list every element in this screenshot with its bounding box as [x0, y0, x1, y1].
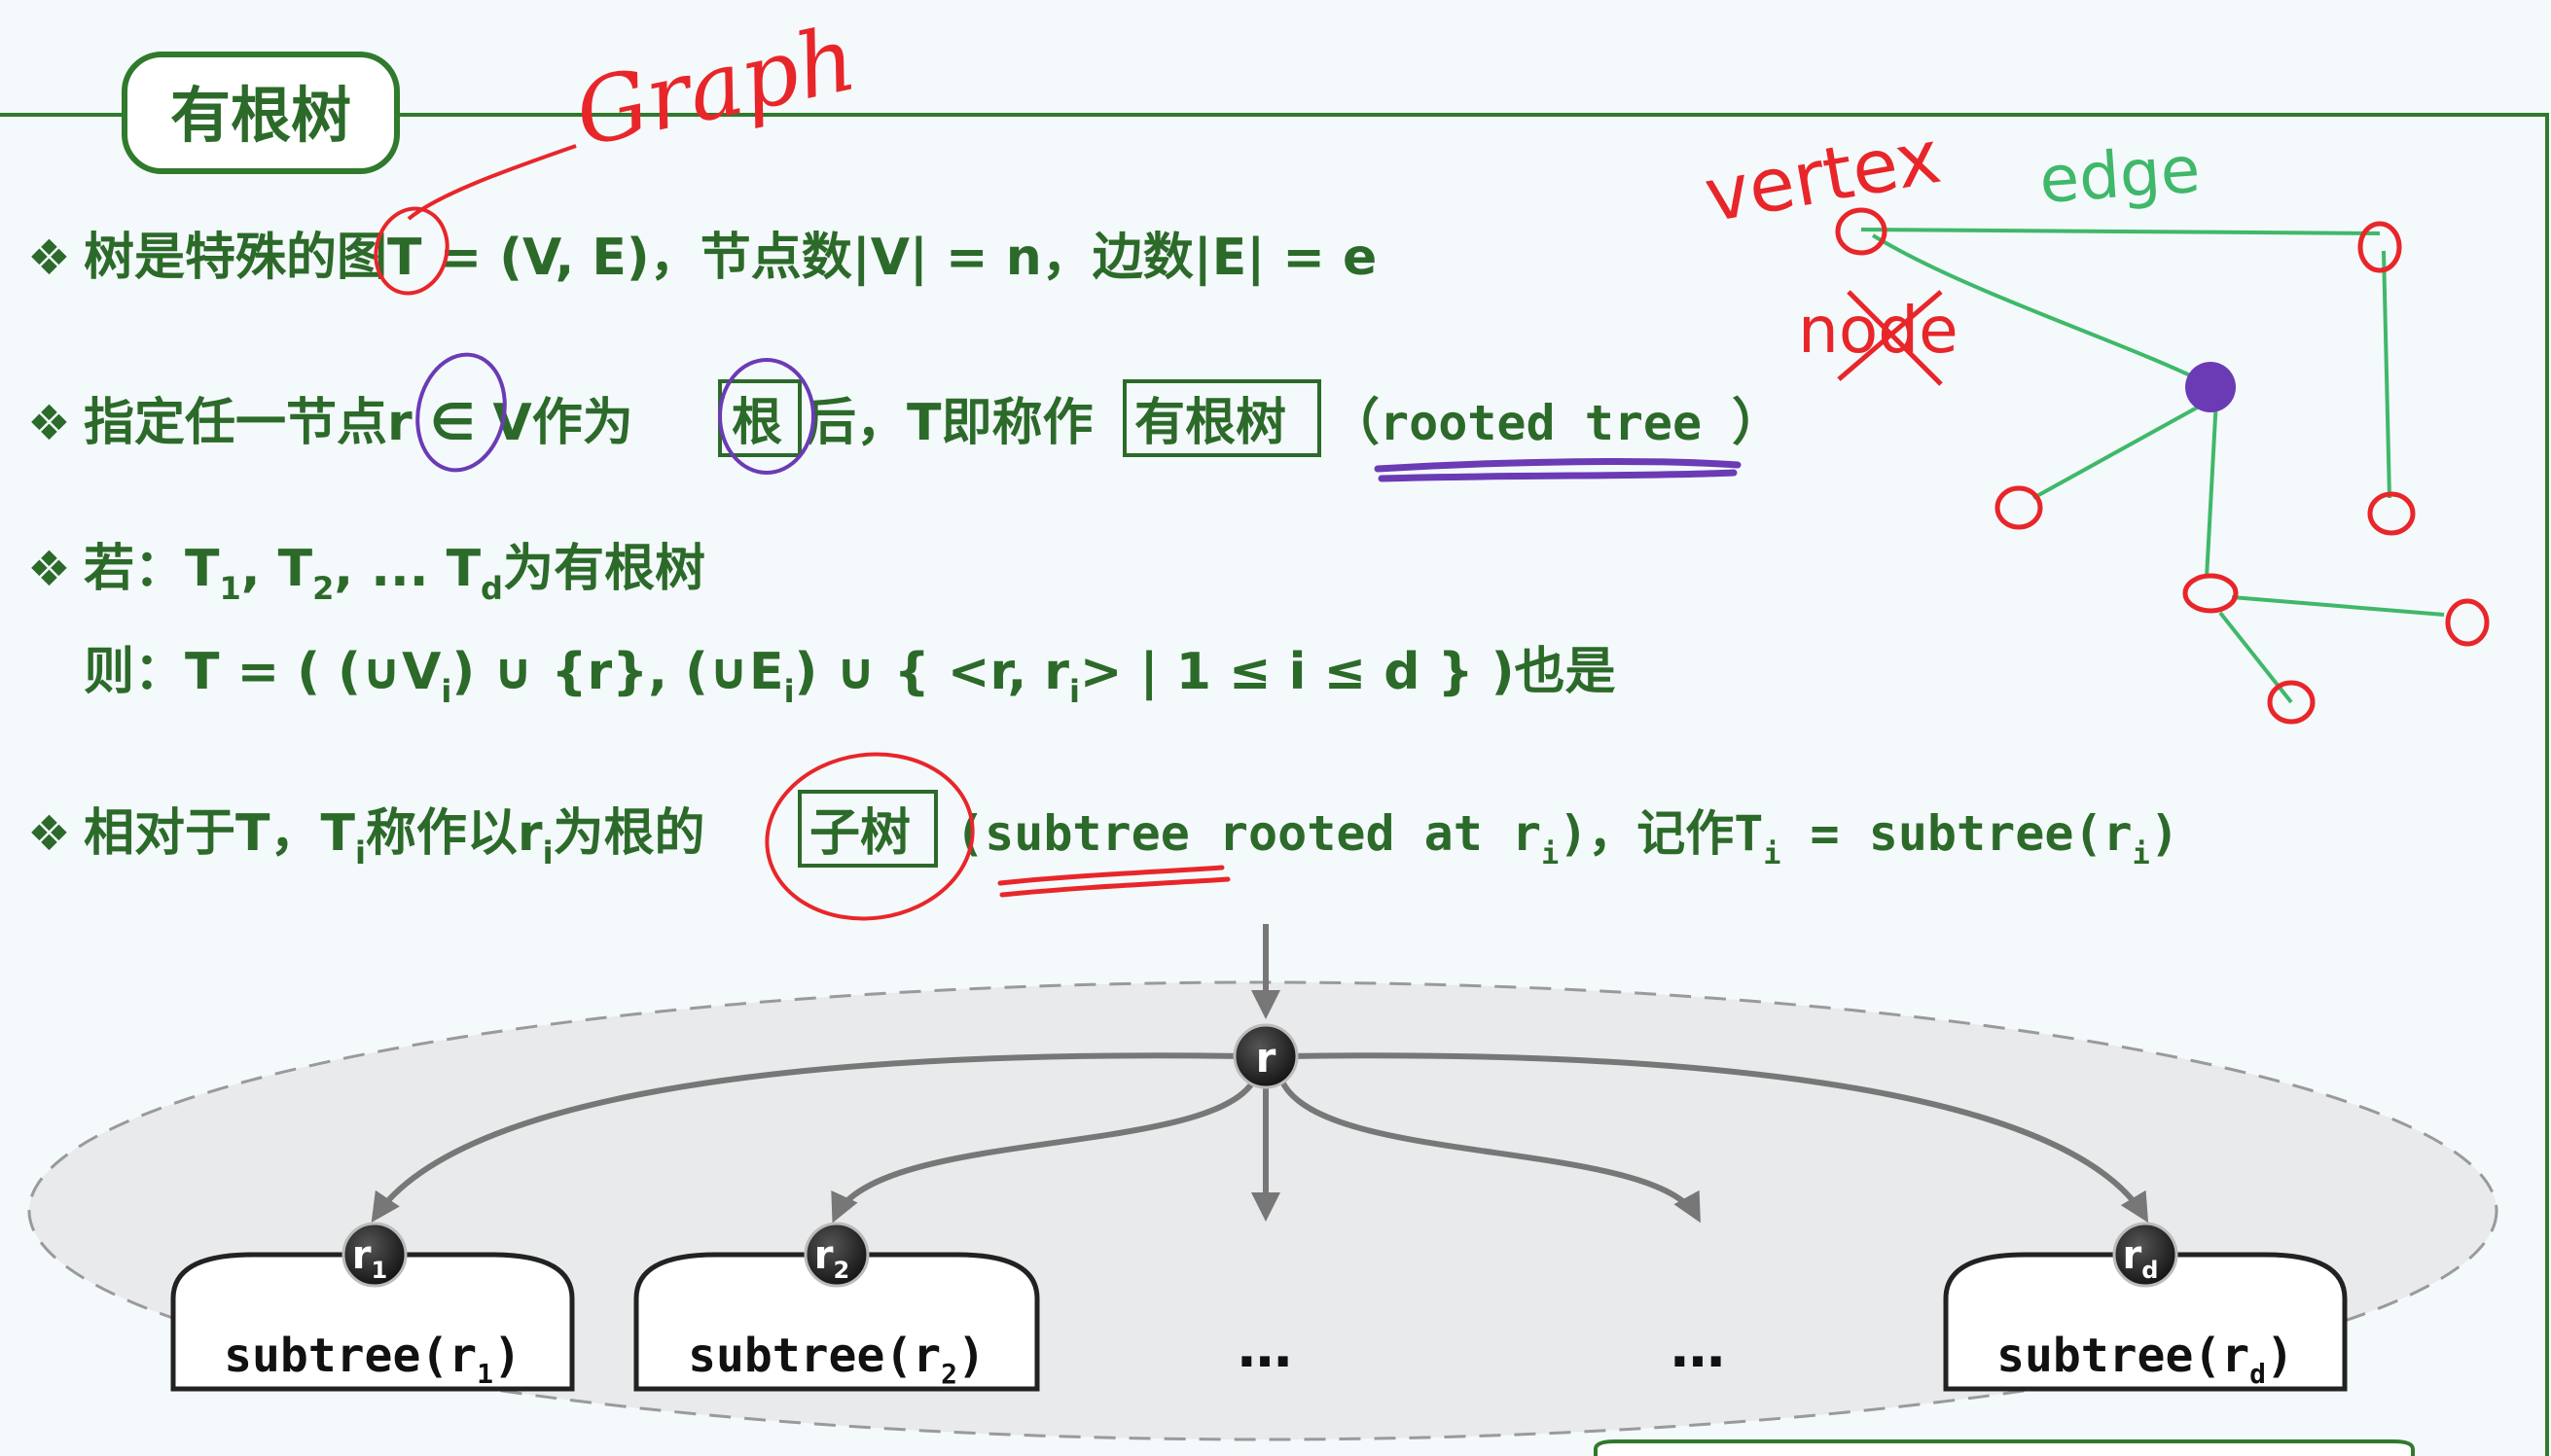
line3-b: , T [241, 540, 313, 598]
handwritten-graph: Graph [566, 6, 864, 166]
subtree-1-label: subtree(r1) [224, 1329, 521, 1390]
sketch-vertex [2445, 598, 2490, 647]
line5-eq: = subtree(r [1780, 805, 2132, 862]
sketch-vertex-root [2185, 362, 2236, 412]
slide: 有根树 ❖ 树是特殊的图T = (V, E)，节点数|V| = n，边数|E| … [0, 0, 2551, 1456]
line4-d: > | 1 ≤ i ≤ d } )也是 [1080, 643, 1616, 701]
line2-text-b: 后，T即称作 [806, 394, 1093, 452]
sketch-edge [2218, 611, 2293, 704]
line2-text-a: 指定任一节点r ∈ V作为 [84, 394, 633, 452]
ellipsis-1: … [1238, 1317, 1292, 1380]
bullet-icon: ❖ [27, 541, 71, 597]
sketch-edge [2205, 398, 2218, 579]
graph-pointer-stroke [407, 144, 577, 221]
sketch-tree [1835, 207, 2490, 725]
line1-text: 树是特殊的图T = (V, E)，节点数|V| = n，边数|E| = e [84, 229, 1377, 287]
line3-subd: d [481, 570, 503, 607]
slide-canvas: 有根树 ❖ 树是特殊的图T = (V, E)，节点数|V| = n，边数|E| … [0, 6, 2549, 1456]
line4-sub: i [441, 673, 451, 710]
rooted-tree-term: 有根树 [1134, 394, 1286, 452]
paren-open: （ [1329, 394, 1380, 452]
bullet-line-2: ❖ 指定任一节点r ∈ V作为 根 后，T即称作 有根树 （ rooted tr… [27, 379, 1782, 457]
line5-sub4: i [1763, 837, 1780, 871]
handwritten-edge: edge [2037, 132, 2203, 218]
line5-b: 称作以r [366, 804, 543, 863]
line5-en2: rooted at r [1190, 805, 1541, 862]
bullet-icon: ❖ [27, 230, 71, 286]
subtree-diagram: r subtree(r1) r1 subtree(r2) r2 … … subt… [27, 924, 2498, 1441]
line3-c: , ... T [334, 540, 481, 598]
line5-english: (subtree rooted at ri)，记作Ti = subtree(ri… [955, 805, 2179, 871]
line5-paren-close: )，记作T [1559, 805, 1763, 862]
sketch-edge [2382, 250, 2391, 499]
line4-a: 则：T = ( (∪V [84, 643, 441, 701]
subtree-term: 子树 [809, 804, 911, 863]
bullet-line-4: 则：T = ( (∪Vi) ∪ {r}, (∪Ei) ∪ { <r, ri> |… [84, 643, 1615, 710]
sketch-edge [1860, 228, 2381, 235]
sketch-vertex [2357, 221, 2402, 273]
line5-en1: subtree [985, 805, 1190, 862]
handwritten-node: node [1798, 293, 1958, 368]
paren-close: ） [1732, 394, 1782, 452]
ellipsis-2: … [1671, 1317, 1725, 1380]
rooted-tree-english: rooted tree [1380, 395, 1702, 451]
sketch-edge [2032, 405, 2200, 500]
subtree-underline [997, 865, 1231, 898]
line4-text: 则：T = ( (∪Vi) ∪ {r}, (∪Ei) ∪ { <r, ri> |… [84, 643, 1615, 710]
sketch-edge [2231, 595, 2445, 617]
line4-b: ) ∪ {r}, (∪E [451, 643, 783, 701]
line3-a: 若：T [84, 540, 220, 598]
handwritten-annotations: Graph vertex edge node [374, 6, 2490, 921]
line3-sub2: 2 [312, 570, 334, 607]
line5-c: 为根的 [554, 804, 705, 863]
bullet-line-1: ❖ 树是特殊的图T = (V, E)，节点数|V| = n，边数|E| = e [27, 229, 1377, 287]
root-term: 根 [732, 394, 782, 452]
line5-sub: i [355, 835, 366, 871]
page-title: 有根树 [170, 80, 351, 151]
line5-sub2: i [543, 835, 554, 871]
line4-sub2: i [784, 673, 795, 710]
sketch-vertex [1994, 485, 2043, 530]
bullet-icon: ❖ [27, 395, 71, 451]
bullet-line-3: ❖ 若：T1, T2, ... Td为有根树 [27, 540, 705, 607]
next-box-edge [1594, 1439, 2415, 1456]
sketch-vertex [2182, 573, 2239, 614]
line5-sub3: i [1541, 837, 1559, 871]
line5-a: 相对于T，T [84, 804, 355, 863]
handwritten-vertex: vertex [1699, 113, 1947, 239]
line5-end: ) [2150, 805, 2179, 862]
line3-text: 若：T1, T2, ... Td为有根树 [84, 540, 705, 607]
root-node-label: r [1256, 1034, 1276, 1082]
bullet-icon: ❖ [27, 805, 71, 862]
line4-c: ) ∪ { <r, r [795, 643, 1070, 701]
line5-sub5: i [2133, 837, 2150, 871]
subtree-2-label: subtree(r2) [688, 1329, 986, 1390]
bullet-line-5: ❖ 相对于T，Ti称作以ri为根的 子树 (subtree rooted at … [27, 790, 2179, 871]
line5-text: 相对于T，Ti称作以ri为根的 [84, 804, 705, 871]
line3-sub1: 1 [219, 570, 240, 607]
rooted-tree-underline [1374, 458, 1742, 482]
line3-d: 为有根树 [503, 540, 705, 598]
sketch-vertex [2367, 491, 2416, 536]
subtree-d-label: subtree(rd) [1996, 1329, 2294, 1390]
line4-sub3: i [1069, 673, 1080, 710]
